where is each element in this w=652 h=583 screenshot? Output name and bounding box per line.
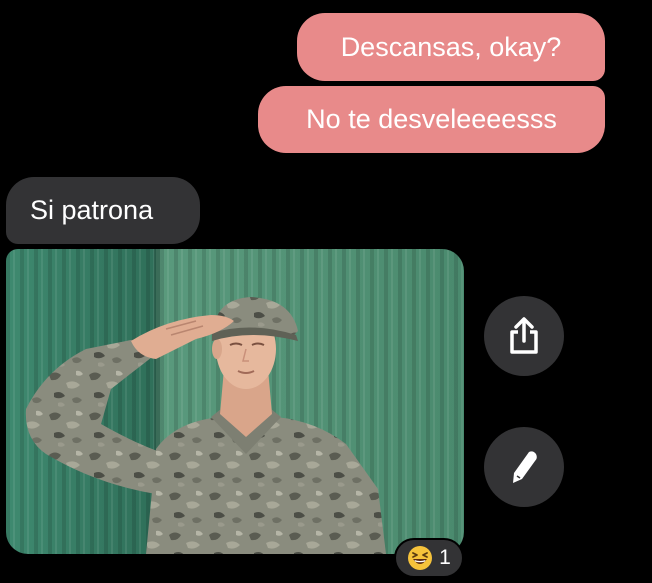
message-text: No te desveleeeesss	[306, 104, 557, 134]
saluting-soldier-photo	[6, 249, 464, 554]
outgoing-message-bubble[interactable]: Descansas, okay?	[297, 13, 605, 81]
reaction-badge[interactable]: 1	[394, 538, 464, 578]
message-text: Si patrona	[30, 195, 154, 225]
pencil-icon	[513, 451, 537, 483]
grinning-squinting-face-icon	[408, 546, 433, 570]
outgoing-message-bubble[interactable]: No te desveleeeesss	[258, 86, 605, 153]
incoming-message-bubble[interactable]: Si patrona	[6, 177, 200, 244]
edit-button[interactable]	[484, 427, 564, 507]
chat-thread: Descansas, okay? No te desveleeeesss Si …	[0, 0, 652, 583]
photo-message[interactable]	[6, 249, 464, 554]
share-icon	[510, 317, 538, 354]
reaction-count: 1	[439, 546, 451, 569]
share-button[interactable]	[484, 296, 564, 376]
message-text: Descansas, okay?	[340, 31, 562, 62]
